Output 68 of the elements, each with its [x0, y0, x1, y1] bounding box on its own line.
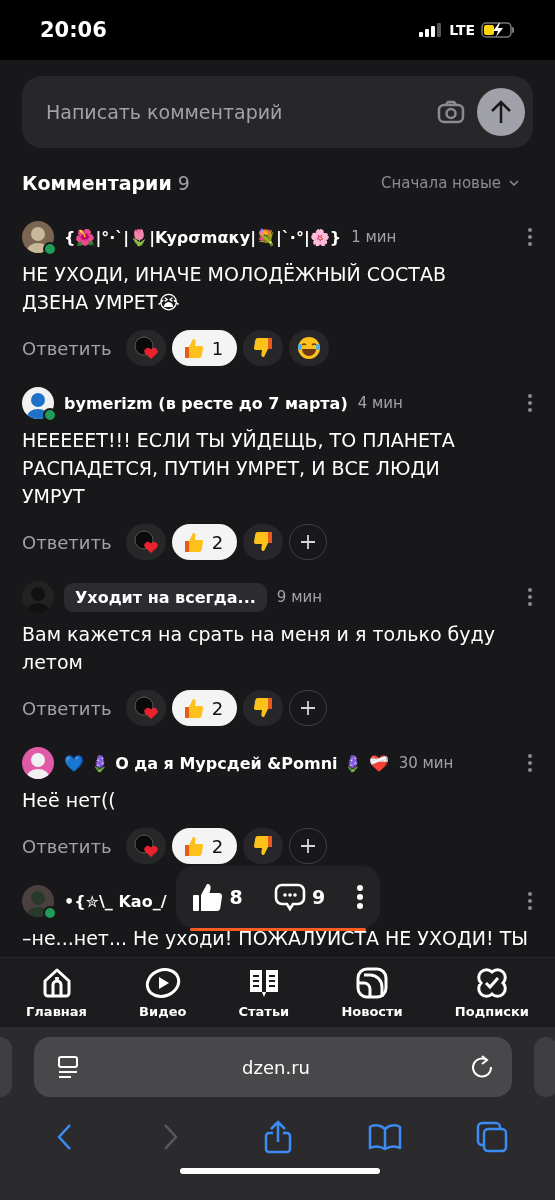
comment-text: НЕ УХОДИ, ИНАЧЕ МОЛОДЁЖНЫЙ СОСТАВ ДЗЕНА УМРЕТ😭	[22, 262, 447, 315]
arrow-up-icon	[489, 99, 513, 125]
reply-link[interactable]: Ответить	[22, 337, 112, 359]
comment-time: 9 мин	[276, 588, 322, 606]
network-type: LTE	[449, 22, 475, 38]
nav-tab[interactable]: Подписки	[454, 966, 529, 1019]
comments-title: Комментарии	[22, 172, 172, 194]
reply-link[interactable]: Ответить	[22, 835, 112, 857]
reaction-button[interactable]	[289, 330, 330, 366]
reload-icon[interactable]	[470, 1055, 494, 1079]
reaction-button[interactable]	[243, 690, 284, 726]
comment-time: 30 мин	[398, 754, 454, 772]
nav-tab[interactable]: Видео	[139, 966, 187, 1019]
heart-reaction-icon	[133, 336, 158, 360]
sort-dropdown[interactable]: Сначала новые	[381, 174, 519, 192]
camera-icon[interactable]	[437, 100, 465, 124]
battery-charging-icon	[481, 22, 515, 38]
plus-icon	[299, 533, 318, 551]
thumbs-up-icon	[191, 882, 224, 912]
news-icon	[355, 966, 390, 1000]
reaction-button[interactable]	[243, 524, 284, 560]
url-text: dzen.ru	[242, 1056, 310, 1078]
chevron-down-icon	[509, 180, 519, 186]
comment-text: Вам кажется на срать на меня и я только буду летом	[22, 622, 496, 675]
heart-reaction-icon	[133, 834, 158, 858]
laughing-face-icon	[297, 336, 322, 360]
more-icon[interactable]	[356, 884, 365, 910]
reaction-button[interactable]: 2	[171, 690, 238, 726]
nav-tab[interactable]: Новости	[341, 966, 403, 1019]
comment-text: –не...нет... Не уходи! ПОЖАЛУИСТА НЕ УХОДИ! ТЫ	[22, 926, 529, 951]
comment-text: Неё нет((	[22, 788, 117, 813]
signal-icon	[419, 23, 444, 37]
tabs-icon	[475, 1121, 508, 1153]
speech-bubble-icon	[274, 882, 306, 912]
comments-count: 9	[177, 172, 190, 194]
like-count-button[interactable]: 8	[191, 882, 243, 912]
subscriptions-check-icon	[474, 966, 509, 1000]
author-name[interactable]: bymerizm (в ресте до 7 марта)	[64, 393, 348, 413]
nav-tab[interactable]: Главная	[26, 966, 87, 1019]
heart-reaction-icon	[133, 696, 158, 720]
video-play-icon	[143, 966, 182, 1000]
reaction-button[interactable]: 1	[171, 330, 238, 366]
reaction-button[interactable]: 2	[171, 524, 238, 560]
reply-link[interactable]: Ответить	[22, 531, 112, 553]
reply-link[interactable]: Ответить	[22, 697, 112, 719]
author-name[interactable]: •{✮\_ Kao_/	[64, 891, 167, 911]
plus-icon	[299, 699, 318, 717]
heart-reaction-icon	[133, 530, 158, 554]
chevron-left-icon	[55, 1123, 72, 1151]
comment-time: 4 мин	[357, 394, 403, 412]
comment-text: НЕЕЕЕЕТ!!! ЕСЛИ ТЫ УЙДЕЩЬ, ТО ПЛАНЕТА РАСПАДЕТСЯ, ПУТИН УМРЕТ, И ВСЕ ЛЮДИ УМРУТ	[22, 428, 456, 509]
author-name[interactable]: {🌺|°·`|🌷|Kyρσmακy|💐|`·°|🌸}	[64, 227, 342, 247]
status-time: 20:06	[40, 18, 107, 42]
reaction-button[interactable]: 2	[171, 828, 238, 864]
send-button[interactable]	[477, 88, 525, 136]
book-icon	[367, 1123, 402, 1151]
author-name[interactable]: 💙 🪻 О да я Мурсдей &Pomni 🪻 ❤‍🩹	[64, 753, 389, 773]
author-name[interactable]: Уходит на всегда...	[64, 582, 267, 612]
reaction-button[interactable]	[243, 828, 284, 864]
comment-time: 1 мин	[351, 228, 397, 246]
comment-input[interactable]: Написать комментарий	[44, 100, 425, 124]
reaction-button[interactable]	[243, 330, 284, 366]
plus-icon	[299, 837, 318, 855]
share-icon	[263, 1120, 292, 1154]
nav-tab[interactable]: Статьи	[238, 966, 290, 1019]
chevron-right-icon	[162, 1123, 179, 1151]
comment-count-button[interactable]: 9	[274, 882, 326, 912]
address-bar[interactable]: dzen.ru	[34, 1037, 512, 1097]
